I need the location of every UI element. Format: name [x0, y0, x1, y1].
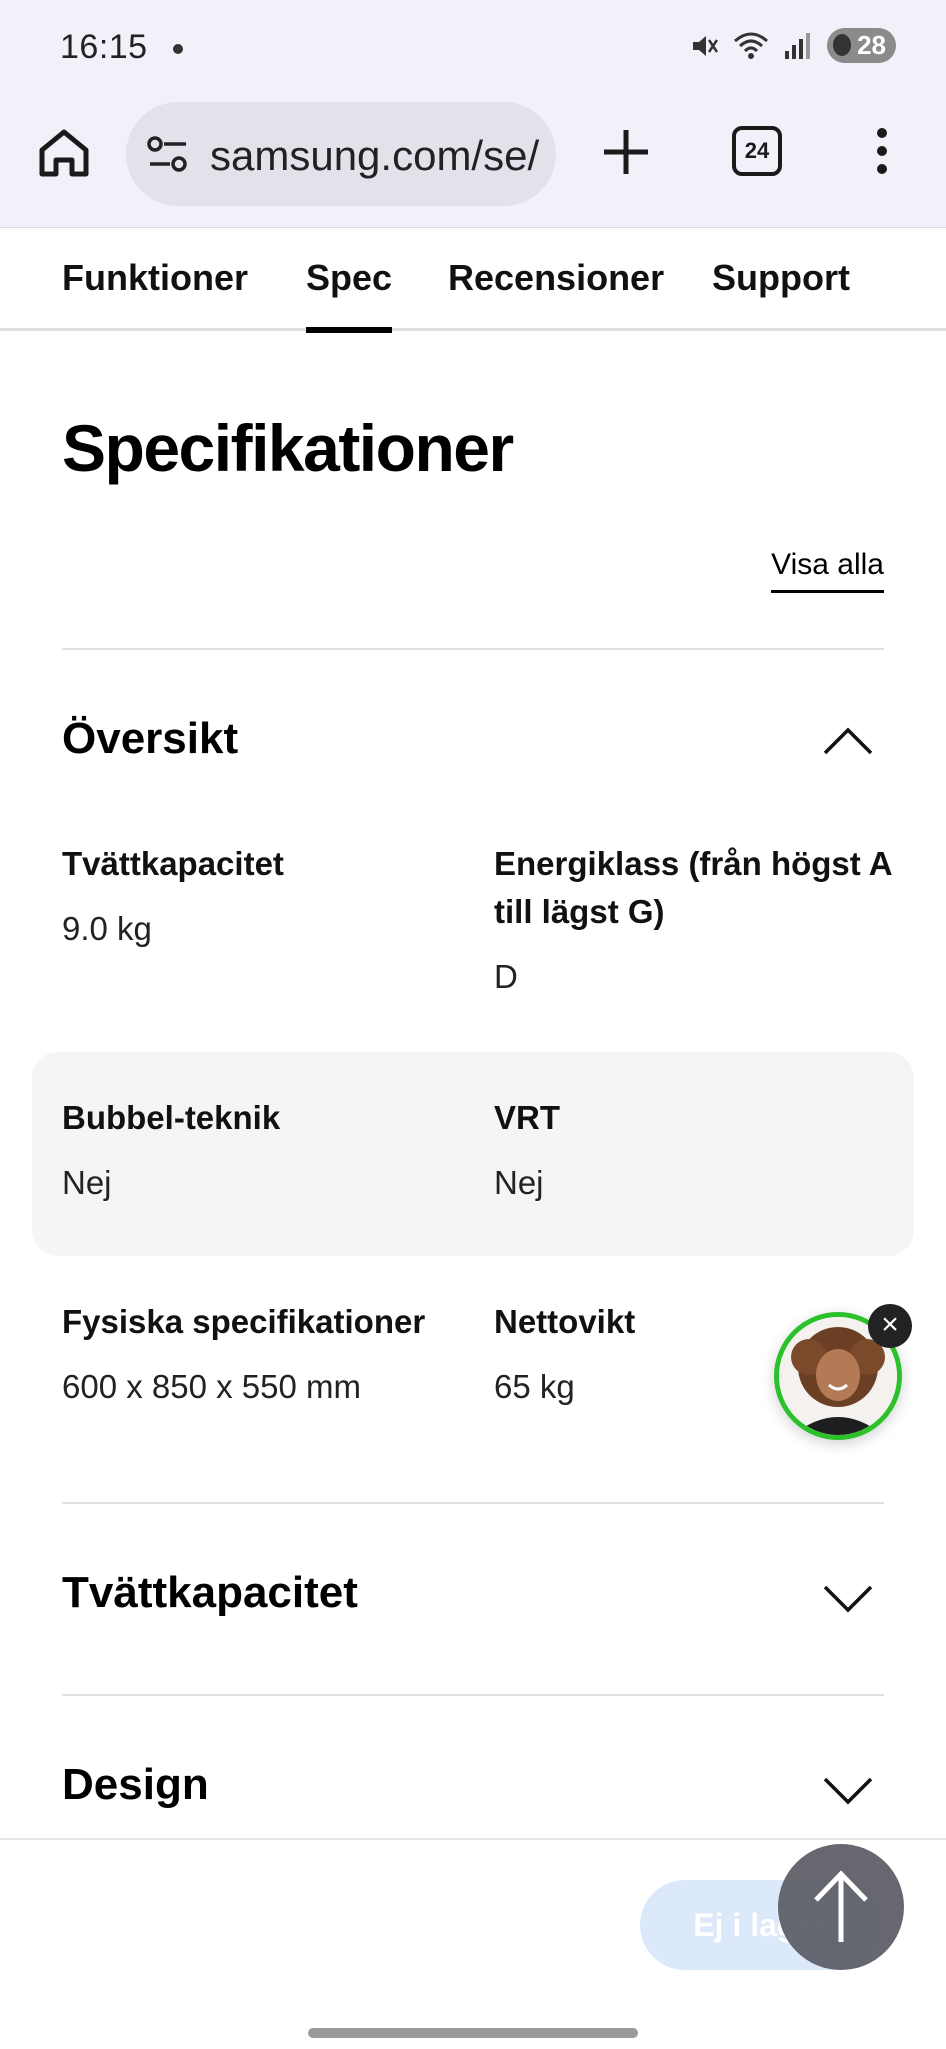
site-settings-icon[interactable]	[146, 134, 190, 174]
spec-row: Tvättkapacitet 9.0 kg Energiklass (från …	[32, 830, 914, 1010]
scroll-to-top-button[interactable]	[778, 1844, 904, 1970]
chevron-down-icon[interactable]	[822, 1776, 874, 1806]
spec-cell: Tvättkapacitet 9.0 kg	[62, 840, 462, 948]
home-icon[interactable]	[36, 124, 92, 180]
spec-value: 9.0 kg	[62, 910, 152, 947]
chevron-down-icon[interactable]	[822, 1584, 874, 1614]
spec-label: Energiklass (från högst A till lägst G)	[494, 845, 892, 930]
spec-label: Tvättkapacitet	[62, 845, 284, 882]
spec-cell: VRT Nej	[494, 1094, 894, 1202]
spec-cell: Energiklass (från högst A till lägst G) …	[494, 840, 914, 996]
section-heading-design[interactable]: Design	[62, 1760, 209, 1810]
tab-switcher-button[interactable]: 24	[732, 126, 782, 176]
signal-icon	[785, 32, 811, 59]
section-heading-oversikt[interactable]: Översikt	[62, 714, 238, 764]
spec-label: Bubbel-teknik	[62, 1099, 281, 1136]
divider	[62, 648, 884, 650]
page-title: Specifikationer	[62, 411, 514, 485]
new-tab-icon[interactable]	[600, 126, 652, 178]
more-options-icon[interactable]	[870, 126, 894, 176]
divider	[62, 1694, 884, 1696]
section-heading-tvattkapacitet[interactable]: Tvättkapacitet	[62, 1568, 358, 1618]
tab-recensioner[interactable]: Recensioner	[448, 257, 664, 299]
address-bar[interactable]: samsung.com/se/	[126, 102, 556, 206]
wifi-icon	[734, 32, 769, 59]
tab-spec[interactable]: Spec	[306, 257, 393, 333]
spec-cell: Fysiska specifikationer 600 x 850 x 550 …	[62, 1298, 482, 1406]
spec-value: 600 x 850 x 550 mm	[62, 1368, 361, 1405]
chevron-up-icon[interactable]	[822, 726, 874, 756]
status-icons: 28	[689, 28, 896, 63]
divider	[62, 1502, 884, 1504]
spec-cell: Bubbel-teknik Nej	[62, 1094, 462, 1202]
spec-label: Fysiska specifikationer	[62, 1303, 426, 1340]
view-all-link[interactable]: Visa alla	[771, 548, 884, 593]
url-text: samsung.com/se/	[210, 132, 540, 179]
tab-funktioner[interactable]: Funktioner	[62, 257, 248, 299]
tab-support[interactable]: Support	[712, 257, 850, 299]
spec-cell: Nettovikt 65 kg	[494, 1298, 754, 1406]
notification-dot-icon	[173, 44, 183, 54]
spec-label: VRT	[494, 1099, 560, 1136]
gesture-handle[interactable]	[308, 2028, 638, 2038]
status-bar: 16:15 28	[0, 0, 946, 96]
spec-value: Nej	[494, 1164, 544, 1201]
spec-value: 65 kg	[494, 1368, 575, 1405]
close-chat-icon[interactable]: ×	[868, 1304, 912, 1348]
browser-toolbar: samsung.com/se/ 24	[0, 96, 946, 228]
mute-icon	[693, 35, 719, 56]
status-time: 16:15	[60, 28, 148, 66]
spec-label: Nettovikt	[494, 1303, 636, 1340]
product-nav-tabs: Funktioner Spec Recensioner Support	[0, 229, 946, 333]
spec-value: D	[494, 958, 518, 995]
battery-indicator: 28	[827, 28, 896, 63]
spec-value: Nej	[62, 1164, 112, 1201]
spec-row: Bubbel-teknik Nej VRT Nej	[32, 1052, 914, 1256]
arrow-up-icon	[814, 1870, 868, 1942]
sticky-buy-bar: Ej i lager	[0, 1838, 946, 2049]
